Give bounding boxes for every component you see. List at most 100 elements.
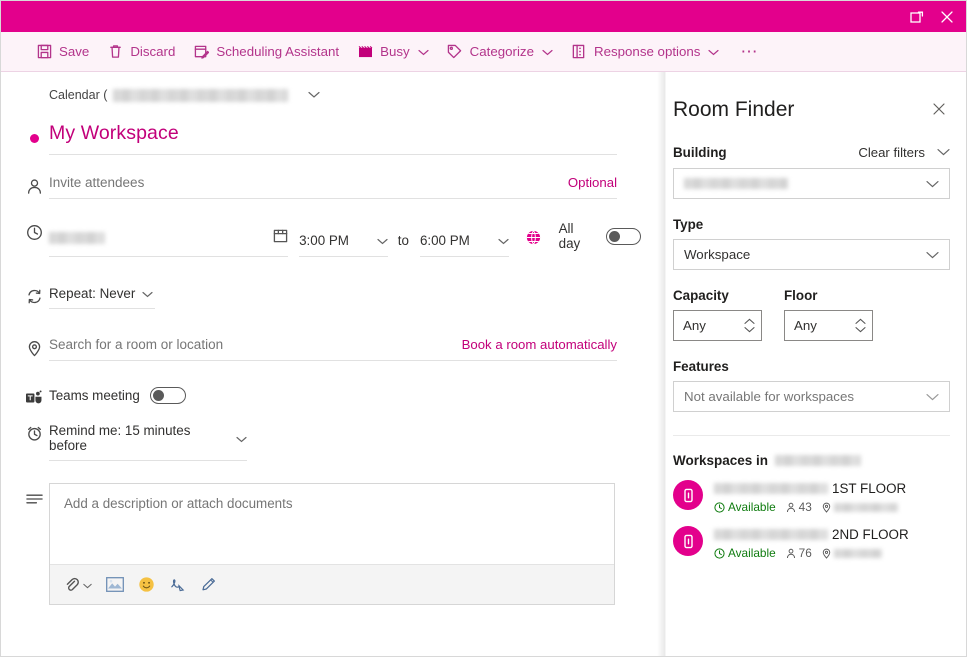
chevron-down-icon xyxy=(855,327,866,333)
attendees-field[interactable]: Invite attendees Optional xyxy=(49,175,617,199)
all-day-toggle[interactable] xyxy=(606,227,641,245)
save-button[interactable]: Save xyxy=(27,36,98,68)
overflow-label: ⋯ xyxy=(740,41,759,61)
chevron-down-icon xyxy=(236,431,247,446)
categorize-button[interactable]: Categorize xyxy=(438,36,562,68)
signature-icon[interactable] xyxy=(169,576,186,593)
capacity-count: 76 xyxy=(798,546,812,560)
ink-icon[interactable] xyxy=(200,576,217,593)
command-toolbar: Save Discard Scheduling Assistant Busy C… xyxy=(1,32,966,72)
optional-attendees-link[interactable]: Optional xyxy=(568,175,617,190)
datetime-row: 3:00 PM to 6:00 PM All day xyxy=(1,199,657,257)
reminder-label: Remind me: 15 minutes before xyxy=(49,423,191,453)
event-form: Calendar ( My Workspace Invite attendees… xyxy=(1,72,657,656)
clock-icon xyxy=(19,221,49,241)
chevron-down-icon xyxy=(926,389,939,404)
chevron-up-icon xyxy=(744,318,755,324)
type-label: Type xyxy=(673,217,704,232)
floor-spinner-arrows[interactable] xyxy=(855,318,866,333)
capacity-label: Capacity xyxy=(673,288,729,303)
busy-button[interactable]: Busy xyxy=(348,36,438,68)
chevron-down-icon xyxy=(308,86,320,104)
clear-filters-button[interactable]: Clear filters xyxy=(858,145,925,160)
scheduling-assistant-button[interactable]: Scheduling Assistant xyxy=(184,36,348,68)
chevron-down-icon[interactable] xyxy=(937,143,950,161)
attach-icon[interactable] xyxy=(64,576,92,594)
workspace-meta: Available 43 xyxy=(714,500,950,514)
workspace-location-redacted xyxy=(833,548,882,558)
compose-body: Calendar ( My Workspace Invite attendees… xyxy=(1,72,966,656)
timezone-icon[interactable] xyxy=(525,229,542,251)
list-item[interactable]: 1ST FLOOR Available 43 xyxy=(673,480,950,514)
building-select[interactable] xyxy=(673,168,950,199)
repeat-field[interactable]: Repeat: Never xyxy=(49,286,155,309)
overflow-menu-button[interactable]: ⋯ xyxy=(728,36,771,68)
workspaces-heading-value-redacted xyxy=(775,455,862,466)
location-pin-icon xyxy=(822,548,831,559)
start-time-field[interactable]: 3:00 PM xyxy=(299,233,388,257)
teams-meeting-control[interactable]: Teams meeting xyxy=(49,387,617,404)
repeat-label: Repeat: Never xyxy=(49,286,136,301)
response-options-label: Response options xyxy=(593,44,701,59)
chevron-up-icon xyxy=(855,318,866,324)
calendar-selector[interactable]: Calendar ( xyxy=(1,72,657,104)
building-label: Building xyxy=(673,144,727,160)
workspace-name-redacted xyxy=(714,529,828,540)
reminder-field[interactable]: Remind me: 15 minutes before xyxy=(49,423,247,461)
workspace-meta: Available 76 xyxy=(714,546,950,560)
trash-icon xyxy=(107,44,123,60)
type-value: Workspace xyxy=(684,247,751,262)
floor-label: Floor xyxy=(784,288,818,303)
features-select[interactable]: Not available for workspaces xyxy=(673,381,950,412)
calendar-value-redacted xyxy=(113,88,289,102)
all-day-label: All day xyxy=(558,221,581,251)
teams-meeting-toggle[interactable] xyxy=(149,387,186,404)
building-label-row: Building Clear filters xyxy=(673,143,950,161)
panel-title: Room Finder xyxy=(673,98,795,121)
chevron-down-icon xyxy=(418,44,429,59)
chevron-down-icon xyxy=(542,44,553,59)
features-label: Features xyxy=(673,359,729,374)
save-icon xyxy=(36,44,52,60)
floor-stepper[interactable]: Any xyxy=(784,310,873,341)
chevron-down-icon xyxy=(926,247,939,262)
emoji-icon[interactable] xyxy=(138,576,155,593)
description-input[interactable]: Add a description or attach documents xyxy=(50,484,614,564)
response-options-button[interactable]: Response options xyxy=(562,36,728,68)
popout-icon[interactable] xyxy=(902,4,932,30)
workspace-avatar xyxy=(673,480,703,510)
end-time-field[interactable]: 6:00 PM xyxy=(419,233,509,257)
image-icon[interactable] xyxy=(106,577,124,592)
all-day-toggle-knob xyxy=(609,230,621,242)
start-date-field[interactable] xyxy=(49,228,289,257)
teams-meeting-label: Teams meeting xyxy=(49,388,140,403)
floor-value: Any xyxy=(794,318,817,333)
list-item[interactable]: 2ND FLOOR Available 76 xyxy=(673,526,950,560)
workspaces-heading: Workspaces in xyxy=(673,453,950,468)
all-day-control[interactable]: All day xyxy=(559,221,641,251)
discard-button[interactable]: Discard xyxy=(98,36,184,68)
type-select[interactable]: Workspace xyxy=(673,239,950,270)
clock-icon xyxy=(714,501,725,513)
calendar-icon[interactable] xyxy=(273,228,288,248)
room-finder-panel: Room Finder Building Clear filters Type … xyxy=(657,72,966,656)
close-icon[interactable] xyxy=(932,4,962,30)
workspace-booth-icon xyxy=(683,488,693,502)
description-lines-icon xyxy=(19,483,49,505)
capacity-value: Any xyxy=(683,318,706,333)
event-title-input[interactable]: My Workspace xyxy=(49,122,617,155)
location-pin-icon xyxy=(19,337,49,357)
event-color-dot-wrap xyxy=(19,122,49,143)
to-label: to xyxy=(397,233,409,248)
capacity-stepper[interactable]: Any xyxy=(673,310,762,341)
save-label: Save xyxy=(59,44,90,59)
book-room-automatically-link[interactable]: Book a room automatically xyxy=(462,337,617,352)
attendees-row: Invite attendees Optional xyxy=(1,155,657,199)
capacity-spinner-arrows[interactable] xyxy=(744,318,755,333)
discard-label: Discard xyxy=(130,44,176,59)
calendar-label: Calendar ( xyxy=(49,88,108,102)
panel-close-icon[interactable] xyxy=(928,98,950,125)
categorize-label: Categorize xyxy=(469,44,534,59)
popout-glyph xyxy=(910,11,924,23)
location-field[interactable]: Search for a room or location Book a roo… xyxy=(49,337,617,361)
